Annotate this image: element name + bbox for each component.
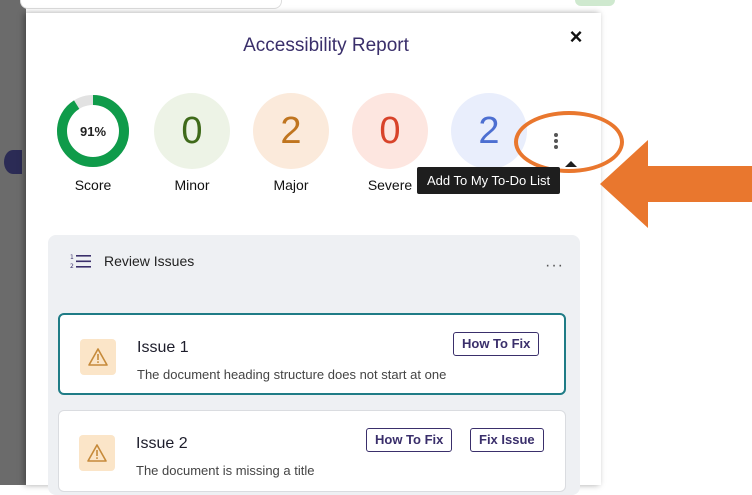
major-count: 2: [253, 93, 329, 169]
warning-icon: [79, 435, 115, 471]
background-search-bar: [20, 0, 282, 9]
score-donut: 91%: [55, 93, 131, 169]
review-issues-header[interactable]: 1 2 Review Issues: [70, 253, 194, 269]
issue-title: Issue 2: [136, 435, 188, 452]
minor-count: 0: [154, 93, 230, 169]
issue-description: The document is missing a title: [136, 463, 315, 478]
how-to-fix-button[interactable]: How To Fix: [453, 332, 540, 356]
review-issues-section: 1 2 Review Issues ··· Issue 1 The docume…: [48, 235, 580, 495]
arrow-icon: [600, 140, 752, 228]
svg-text:2: 2: [70, 263, 74, 269]
score-stat: 91% Score: [54, 93, 132, 193]
score-value: 91%: [79, 123, 107, 139]
major-label: Major: [273, 177, 309, 193]
background-tab: [4, 150, 22, 174]
issue-title: Issue 1: [137, 339, 189, 356]
background-sidebar: [0, 0, 26, 485]
numbered-list-icon: 1 2: [70, 254, 91, 269]
more-horizontal-icon[interactable]: ···: [545, 257, 564, 275]
fix-issue-button[interactable]: Fix Issue: [470, 428, 544, 452]
minor-label: Minor: [174, 177, 210, 193]
issue-card[interactable]: Issue 1 The document heading structure d…: [58, 313, 566, 395]
review-issues-label: Review Issues: [104, 253, 195, 269]
svg-text:1: 1: [70, 254, 74, 261]
warning-icon: [80, 339, 116, 375]
add-to-todo-tooltip: Add To My To-Do List: [417, 161, 578, 194]
minor-stat[interactable]: 0 Minor: [153, 93, 231, 193]
major-stat[interactable]: 2 Major: [252, 93, 330, 193]
background-green-button: [575, 0, 615, 6]
other-count: 2: [451, 93, 527, 169]
score-label: Score: [74, 177, 112, 193]
close-icon[interactable]: ×: [564, 25, 588, 49]
how-to-fix-button[interactable]: How To Fix: [366, 428, 453, 452]
panel-title: Accessibility Report: [243, 35, 409, 56]
severe-count: 0: [352, 93, 428, 169]
issue-card[interactable]: Issue 2 The document is missing a title …: [58, 410, 566, 492]
accessibility-report-panel: Accessibility Report × 91% Score 0 Minor…: [26, 13, 624, 495]
issue-description: The document heading structure does not …: [137, 367, 447, 382]
